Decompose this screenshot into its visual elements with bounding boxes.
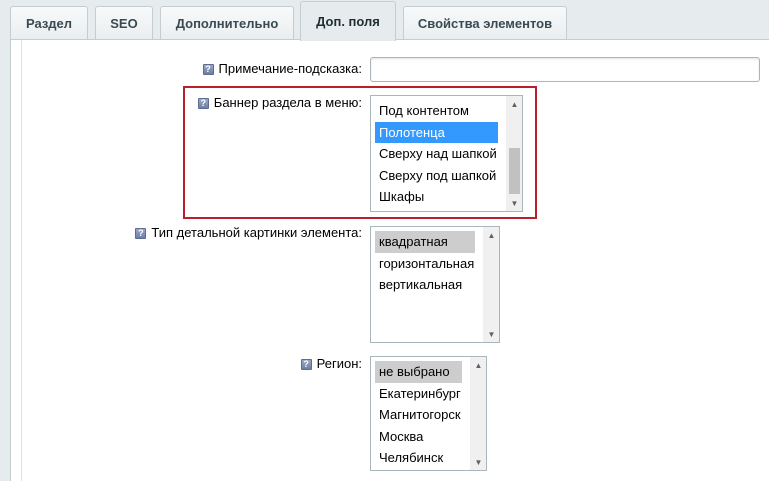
scroll-up-icon[interactable]: ▲ — [471, 358, 486, 372]
option[interactable]: вертикальная — [375, 274, 475, 296]
scroll-up-icon[interactable]: ▲ — [484, 228, 499, 242]
scrollbar[interactable]: ▲ ▼ — [470, 357, 486, 470]
option-selected[interactable]: Полотенца — [375, 121, 498, 144]
banner-label: ? Баннер раздела в меню: — [197, 95, 362, 110]
option[interactable]: Челябинск — [375, 447, 462, 469]
option[interactable]: Магнитогорск — [375, 404, 462, 426]
option[interactable]: Под контентом — [375, 100, 498, 122]
region-select[interactable]: не выбрано Екатеринбург Магнитогорск Мос… — [370, 356, 487, 471]
image-type-label-text: Тип детальной картинки элемента: — [151, 225, 362, 240]
hint-input[interactable] — [370, 57, 760, 82]
hint-label-text: Примечание-подсказка: — [218, 61, 362, 76]
scroll-down-icon[interactable]: ▼ — [507, 196, 522, 210]
tab-extra-fields[interactable]: Доп. поля — [300, 1, 396, 41]
tab-additional[interactable]: Дополнительно — [160, 6, 294, 39]
scroll-thumb[interactable] — [509, 148, 520, 194]
banner-select[interactable]: Под контентом Полотенца Сверху над шапко… — [370, 95, 523, 212]
tab-bar: Раздел SEO Дополнительно Доп. поля Свойс… — [0, 0, 769, 41]
scroll-up-icon[interactable]: ▲ — [507, 97, 522, 111]
image-type-options: квадратная горизонтальная вертикальная — [375, 231, 475, 296]
option[interactable]: Москва — [375, 426, 462, 448]
region-label: ? Регион: — [300, 356, 362, 371]
image-type-select[interactable]: квадратная горизонтальная вертикальная ▲… — [370, 226, 500, 343]
tab-label: Дополнительно — [175, 15, 279, 31]
scrollbar[interactable]: ▲ ▼ — [506, 96, 522, 211]
banner-options: Под контентом Полотенца Сверху над шапко… — [375, 100, 498, 208]
help-icon[interactable]: ? — [202, 64, 214, 76]
help-icon[interactable]: ? — [300, 359, 312, 371]
help-icon[interactable]: ? — [135, 228, 147, 240]
tab-section[interactable]: Раздел — [10, 6, 88, 39]
image-type-label: ? Тип детальной картинки элемента: — [135, 225, 362, 240]
banner-label-text: Баннер раздела в меню: — [213, 95, 362, 110]
help-icon[interactable]: ? — [197, 98, 209, 110]
tab-label: Свойства элементов — [417, 15, 553, 31]
tab-label: Раздел — [25, 15, 73, 31]
option[interactable]: Екатеринбург — [375, 383, 462, 405]
option-selected[interactable]: квадратная — [375, 231, 475, 253]
tab-element-properties[interactable]: Свойства элементов — [403, 6, 567, 39]
option[interactable]: Сверху над шапкой — [375, 143, 498, 165]
option-selected[interactable]: не выбрано — [375, 361, 462, 383]
option[interactable]: горизонтальная — [375, 253, 475, 275]
scroll-down-icon[interactable]: ▼ — [471, 455, 486, 469]
tab-seo[interactable]: SEO — [95, 6, 153, 39]
region-options: не выбрано Екатеринбург Магнитогорск Мос… — [375, 361, 462, 469]
option[interactable]: Шкафы — [375, 186, 498, 208]
hint-label: ? Примечание-подсказка: — [202, 61, 362, 76]
scrollbar[interactable]: ▲ ▼ — [483, 227, 499, 342]
scroll-down-icon[interactable]: ▼ — [484, 327, 499, 341]
tab-label: SEO — [110, 15, 138, 31]
option[interactable]: Сверху под шапкой — [375, 165, 498, 187]
region-label-text: Регион: — [316, 356, 362, 371]
tab-label: Доп. поля — [316, 14, 380, 29]
